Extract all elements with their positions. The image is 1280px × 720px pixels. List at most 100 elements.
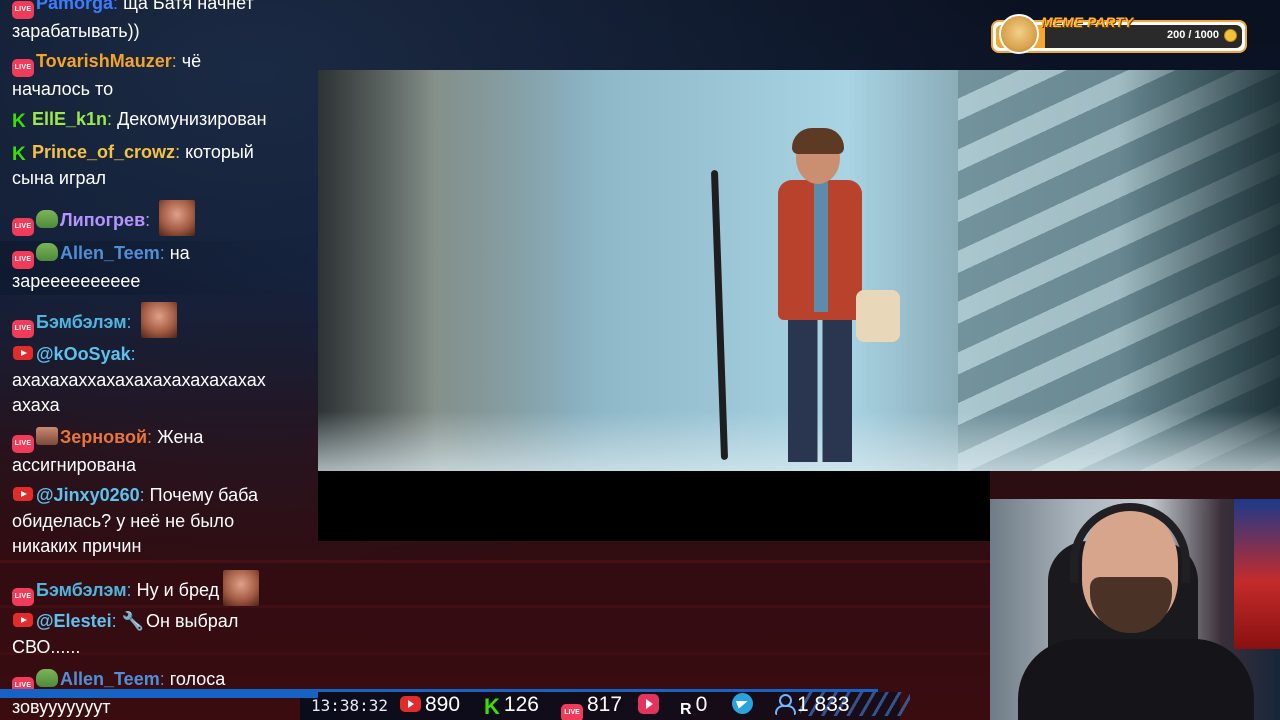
chat-text: Ну и бред xyxy=(136,580,220,600)
chat-text: ахаха xyxy=(12,395,60,415)
pepe-emote-icon xyxy=(36,210,58,228)
status-bar-accent-line xyxy=(318,689,878,692)
live-badge-icon: LIVE xyxy=(12,218,34,236)
chat-username[interactable]: EllE_k1n xyxy=(32,109,107,129)
chat-text: Жена xyxy=(157,427,204,447)
chat-message: LIVE Pamorga: ща Батя начнет зарабатывать… xyxy=(0,0,318,45)
kick-badge-icon: K xyxy=(12,144,26,165)
chat-message: LIVE Allen_Teem: на зарееееееееее xyxy=(0,241,318,295)
live-badge-icon: LIVE xyxy=(12,588,34,606)
chat-text: началось то xyxy=(12,79,114,99)
youtube-badge-icon xyxy=(13,346,33,360)
chat-text: который xyxy=(185,142,254,162)
laughing-face-emote-icon xyxy=(223,570,260,606)
face-emote-icon xyxy=(36,427,58,445)
kick-icon: K xyxy=(484,694,500,719)
chat-text: Декомунизирован xyxy=(117,109,267,129)
video-person xyxy=(758,128,900,462)
webcam-feed xyxy=(990,499,1280,720)
pepe-emote-icon xyxy=(36,243,58,261)
chat-text: Почему баба xyxy=(149,485,258,505)
live-viewers: LIVE 817 xyxy=(561,693,623,720)
youtube-badge-icon xyxy=(13,613,33,627)
chat-username[interactable]: Бэмбэлэм xyxy=(36,312,127,332)
chat-username[interactable]: Бэмбэлэм xyxy=(36,580,127,600)
video-player[interactable] xyxy=(318,70,1280,471)
live-icon: LIVE xyxy=(561,704,583,720)
chat-text: ща Батя начнет xyxy=(123,0,254,13)
chat-text: ахахахаххахахахахахахахахах xyxy=(12,369,266,390)
chat-text: Он выбрал xyxy=(146,611,239,631)
kick-count: 126 xyxy=(503,693,539,716)
meme-party-count: 200 / 1000 xyxy=(1167,29,1219,41)
chat-panel: LIVE Pamorga: ща Батя начнет зарабатывать… xyxy=(0,0,318,720)
live-badge-icon: LIVE xyxy=(12,59,34,77)
chat-username[interactable]: @kOoSyak xyxy=(36,344,131,364)
chat-text: ассигнирована xyxy=(12,455,136,475)
chat-username[interactable]: Липогрев xyxy=(60,210,145,230)
rutube-viewers: R0 xyxy=(680,693,708,718)
kick-viewers: K 126 xyxy=(484,693,539,719)
chat-username[interactable]: @Elestei xyxy=(36,611,112,631)
chat-username[interactable]: Prince_of_crowz xyxy=(32,142,175,162)
live-badge-icon: LIVE xyxy=(12,320,34,338)
telegram-link xyxy=(732,693,757,717)
chat-message: @Elestei: 🔧 Он выбрал СВО...... xyxy=(0,609,318,660)
chat-username[interactable]: Allen_Teem xyxy=(60,243,160,263)
rutube-icon: R xyxy=(680,701,692,718)
live-badge-icon: LIVE xyxy=(12,435,34,453)
wrench-icon: 🔧 xyxy=(121,611,145,631)
chat-message: K Prince_of_crowz: который сына играл xyxy=(0,140,318,191)
streamer-body xyxy=(1018,639,1254,720)
user-icon xyxy=(774,693,796,715)
clock: 13:38:32 xyxy=(311,696,389,715)
chat-text: обиделась? у неё не было xyxy=(12,510,235,531)
rutube-count: 0 xyxy=(695,693,708,716)
play-icon xyxy=(638,694,659,714)
meme-party-title: MEME PARTY xyxy=(1041,14,1134,30)
laughing-face-emote-icon xyxy=(140,302,177,338)
youtube-icon xyxy=(400,696,421,712)
kick-badge-icon: K xyxy=(12,111,26,132)
live-badge-icon: LIVE xyxy=(12,251,34,269)
chat-message: @Jinxy0260: Почему баба обиделась? у неё… xyxy=(0,483,318,560)
total-viewers: 1 833 xyxy=(774,693,850,717)
chat-text: никаких причин xyxy=(12,536,142,556)
flag xyxy=(1234,499,1280,649)
chat-message: LIVE Липогрев: xyxy=(0,200,318,236)
chat-username[interactable]: Allen_Teem xyxy=(60,669,160,689)
chat-text: зарееееееееее xyxy=(12,271,141,291)
youtube-badge-icon xyxy=(13,487,33,501)
chat-text: СВО...... xyxy=(12,636,81,657)
chat-message: LIVE Зерновой: Жена ассигнирована xyxy=(0,425,318,479)
chat-username[interactable]: Pamorga xyxy=(36,0,113,13)
chat-text: на xyxy=(169,243,190,263)
chat-text: голоса xyxy=(169,669,226,689)
youtube-count: 890 xyxy=(425,693,461,716)
youtube-viewers: 890 xyxy=(400,693,460,717)
vk-play-viewers xyxy=(638,693,663,717)
status-bar-accent xyxy=(0,689,318,698)
chat-username[interactable]: TovarishMauzer xyxy=(36,51,172,71)
chat-username[interactable]: @Jinxy0260 xyxy=(36,485,140,505)
chat-message: LIVE TovarishMauzer: чё началось то xyxy=(0,49,318,103)
pepe-emote-icon xyxy=(36,669,58,687)
telegram-icon xyxy=(732,693,753,714)
meme-party-widget: MEME PARTY 200 / 1000 xyxy=(991,14,1247,54)
chat-text: зарабатывать)) xyxy=(12,21,140,41)
chat-username[interactable]: Зерновой xyxy=(60,427,147,447)
chat-text: чё xyxy=(181,51,202,71)
coin-icon xyxy=(1224,29,1237,42)
live-count: 817 xyxy=(587,693,623,716)
chat-message: LIVE Бэмбэлэм: xyxy=(0,302,318,338)
chat-text: сына играл xyxy=(12,167,107,188)
video-letterbox xyxy=(318,471,990,541)
headphones-icon xyxy=(1070,503,1190,583)
chat-message: LIVE Бэмбэлэм: Ну и бред xyxy=(0,570,318,606)
doge-icon xyxy=(999,14,1039,54)
live-badge-icon: LIVE xyxy=(12,1,34,19)
laughing-face-emote-icon xyxy=(159,200,196,236)
chat-message: @kOoSyak: ахахахаххахахахахахахахахах ах… xyxy=(0,342,318,419)
status-bar: 13:38:32 890 K 126 LIVE 817 R0 1 833 xyxy=(0,689,990,720)
total-viewers-count: 1 833 xyxy=(797,693,850,716)
